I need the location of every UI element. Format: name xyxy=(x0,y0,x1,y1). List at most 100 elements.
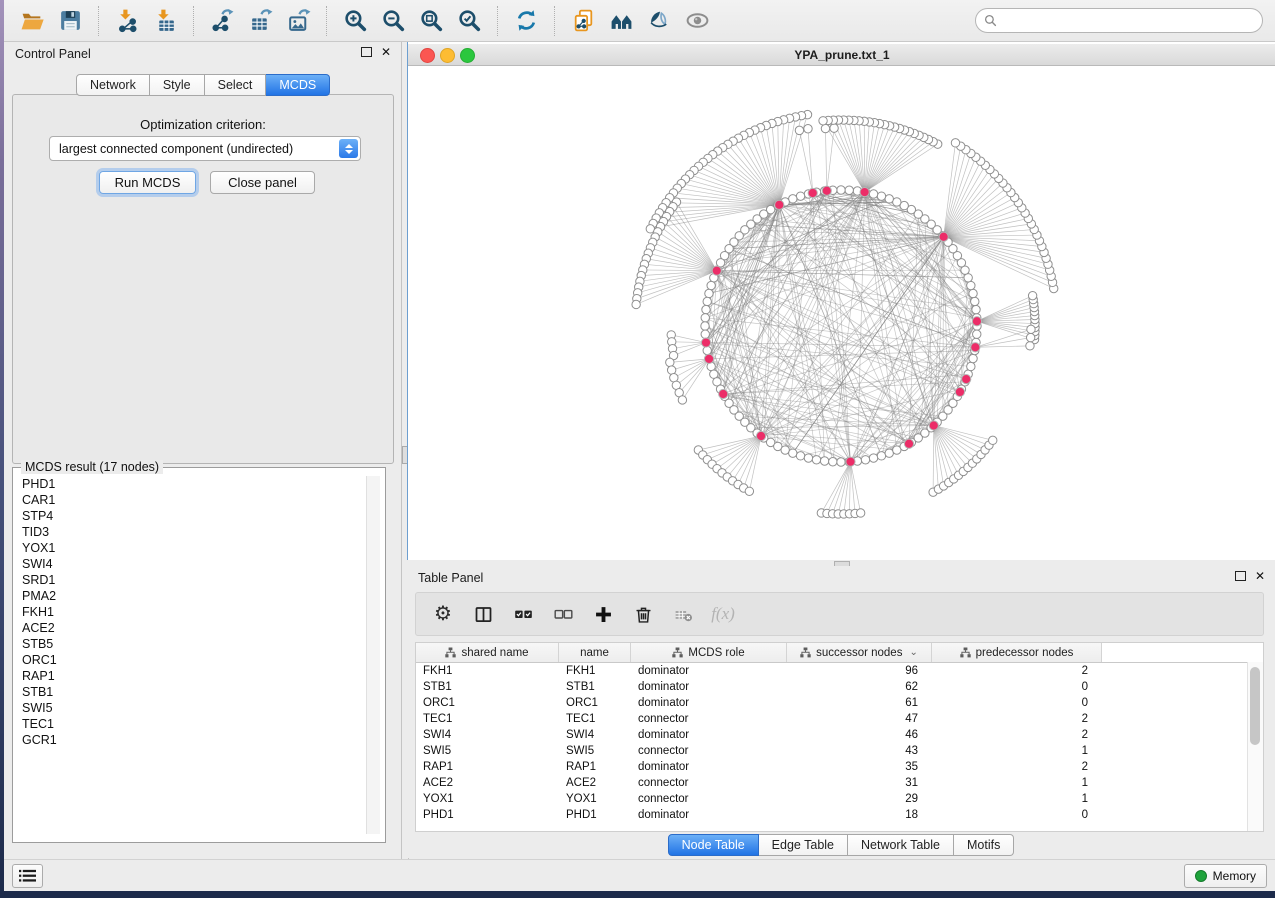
clone-network-icon xyxy=(571,8,596,33)
close-panel-icon[interactable]: ✕ xyxy=(381,47,391,57)
table-row[interactable]: SWI5SWI5connector431 xyxy=(416,743,1263,759)
column-label: predecessor nodes xyxy=(976,647,1074,659)
search-icon xyxy=(984,14,997,27)
close-table-panel-icon[interactable]: ✕ xyxy=(1255,571,1265,581)
criterion-dropdown[interactable]: largest connected component (undirected) xyxy=(49,136,361,161)
run-mcds-button[interactable]: Run MCDS xyxy=(99,171,196,194)
select-all-icon xyxy=(513,604,534,625)
mcds-result-item[interactable]: SWI4 xyxy=(14,556,366,572)
clone-network-button[interactable] xyxy=(564,5,602,37)
table-row[interactable]: FKH1FKH1dominator962 xyxy=(416,663,1263,679)
float-panel-icon[interactable] xyxy=(361,47,372,57)
mcds-tab-content: Optimization criterion: largest connecte… xyxy=(12,94,394,464)
float-table-panel-icon[interactable] xyxy=(1235,571,1246,581)
select-all-button[interactable] xyxy=(510,601,536,627)
application-window: Control Panel ✕ NetworkStyleSelectMCDS O… xyxy=(4,0,1275,890)
table-scrollbar-thumb[interactable] xyxy=(1250,667,1260,745)
table-row[interactable]: ORC1ORC1dominator610 xyxy=(416,695,1263,711)
mcds-result-item[interactable]: PHD1 xyxy=(14,476,366,492)
open-button[interactable] xyxy=(13,5,51,37)
mcds-result-item[interactable]: TID3 xyxy=(14,524,366,540)
mcds-result-list[interactable]: PHD1CAR1STP4TID3YOX1SWI4SRD1PMA2FKH1ACE2… xyxy=(14,476,366,834)
network-window-titlebar: YPA_prune.txt_1 xyxy=(408,44,1275,66)
eye-button[interactable] xyxy=(678,5,716,37)
column-header-shared-name[interactable]: shared name xyxy=(416,643,559,662)
tab-motifs[interactable]: Motifs xyxy=(954,834,1014,856)
table-row[interactable]: SWI4SWI4dominator462 xyxy=(416,727,1263,743)
zoom-out-button[interactable] xyxy=(374,5,412,37)
export-network-button[interactable] xyxy=(203,5,241,37)
table-row[interactable]: YOX1YOX1connector291 xyxy=(416,791,1263,807)
import-table-button[interactable] xyxy=(146,5,184,37)
search-input[interactable] xyxy=(1002,13,1254,29)
mcds-result-item[interactable]: STB1 xyxy=(14,684,366,700)
zoom-selected-button[interactable] xyxy=(450,5,488,37)
mcds-result-item[interactable]: CAR1 xyxy=(14,492,366,508)
column-header-successor-nodes[interactable]: successor nodes⌄ xyxy=(787,643,932,662)
zoom-fit-button[interactable] xyxy=(412,5,450,37)
tab-edge-table[interactable]: Edge Table xyxy=(759,834,848,856)
close-panel-button[interactable]: Close panel xyxy=(210,171,315,194)
binoculars-button[interactable] xyxy=(602,5,640,37)
table-row[interactable]: ACE2ACE2connector311 xyxy=(416,775,1263,791)
column-header-name[interactable]: name xyxy=(559,643,631,662)
status-bar: Memory xyxy=(4,859,1275,891)
mcds-result-item[interactable]: SWI5 xyxy=(14,700,366,716)
mcds-result-item[interactable]: RAP1 xyxy=(14,668,366,684)
columns-button[interactable] xyxy=(470,601,496,627)
mcds-result-item[interactable]: PMA2 xyxy=(14,588,366,604)
table-panel-header: Table Panel ✕ xyxy=(407,566,1275,590)
tab-style[interactable]: Style xyxy=(150,74,205,96)
export-image-button[interactable] xyxy=(279,5,317,37)
deselect-all-button[interactable] xyxy=(550,601,576,627)
tab-network-table[interactable]: Network Table xyxy=(848,834,954,856)
mcds-result-item[interactable]: ACE2 xyxy=(14,620,366,636)
tab-network[interactable]: Network xyxy=(76,74,150,96)
network-graph[interactable] xyxy=(408,66,1275,560)
save-button[interactable] xyxy=(51,5,89,37)
table-cell: 18 xyxy=(787,807,932,823)
zoom-selected-icon xyxy=(457,8,482,33)
tab-node-table[interactable]: Node Table xyxy=(668,834,759,856)
mcds-result-item[interactable]: SRD1 xyxy=(14,572,366,588)
gear-button[interactable]: ⚙ xyxy=(430,601,456,627)
mcds-result-item[interactable]: GCR1 xyxy=(14,732,366,748)
table-panel: Table Panel ✕ ⚙f(x) shared namenameMCDS … xyxy=(407,566,1275,858)
add-button[interactable] xyxy=(590,601,616,627)
table-cell: ACE2 xyxy=(559,775,631,791)
tab-select[interactable]: Select xyxy=(205,74,267,96)
table-row[interactable]: STB1STB1dominator620 xyxy=(416,679,1263,695)
zoom-in-button[interactable] xyxy=(336,5,374,37)
search-box[interactable] xyxy=(975,8,1263,33)
table-row[interactable]: PHD1PHD1dominator180 xyxy=(416,807,1263,823)
mcds-list-scrollbar[interactable] xyxy=(366,476,380,834)
trash-button[interactable] xyxy=(630,601,656,627)
hierarchy-icon xyxy=(800,647,811,658)
table-body: FKH1FKH1dominator962STB1STB1dominator620… xyxy=(416,663,1263,823)
mcds-result-item[interactable]: STB5 xyxy=(14,636,366,652)
table-row[interactable]: TEC1TEC1connector472 xyxy=(416,711,1263,727)
import-network-icon xyxy=(115,8,140,33)
table-row[interactable]: RAP1RAP1dominator352 xyxy=(416,759,1263,775)
vizmapper-icon xyxy=(647,8,672,33)
network-graph-canvas[interactable] xyxy=(408,66,1275,560)
vizmapper-button[interactable] xyxy=(640,5,678,37)
refresh-button[interactable] xyxy=(507,5,545,37)
memory-button[interactable]: Memory xyxy=(1184,864,1267,888)
mcds-result-item[interactable]: STP4 xyxy=(14,508,366,524)
mcds-result-item[interactable]: TEC1 xyxy=(14,716,366,732)
export-table-button[interactable] xyxy=(241,5,279,37)
table-scrollbar[interactable] xyxy=(1247,662,1263,831)
mcds-result-item[interactable]: FKH1 xyxy=(14,604,366,620)
tab-mcds[interactable]: MCDS xyxy=(266,74,330,96)
table-cell: SWI4 xyxy=(416,727,559,743)
toolbar-group xyxy=(193,6,326,36)
column-header-filler xyxy=(1102,643,1263,662)
column-header-MCDS-role[interactable]: MCDS role xyxy=(631,643,787,662)
column-header-predecessor-nodes[interactable]: predecessor nodes xyxy=(932,643,1102,662)
mcds-result-item[interactable]: ORC1 xyxy=(14,652,366,668)
zoom-out-icon xyxy=(381,8,406,33)
import-network-button[interactable] xyxy=(108,5,146,37)
mcds-result-item[interactable]: YOX1 xyxy=(14,540,366,556)
task-history-button[interactable] xyxy=(12,864,43,888)
